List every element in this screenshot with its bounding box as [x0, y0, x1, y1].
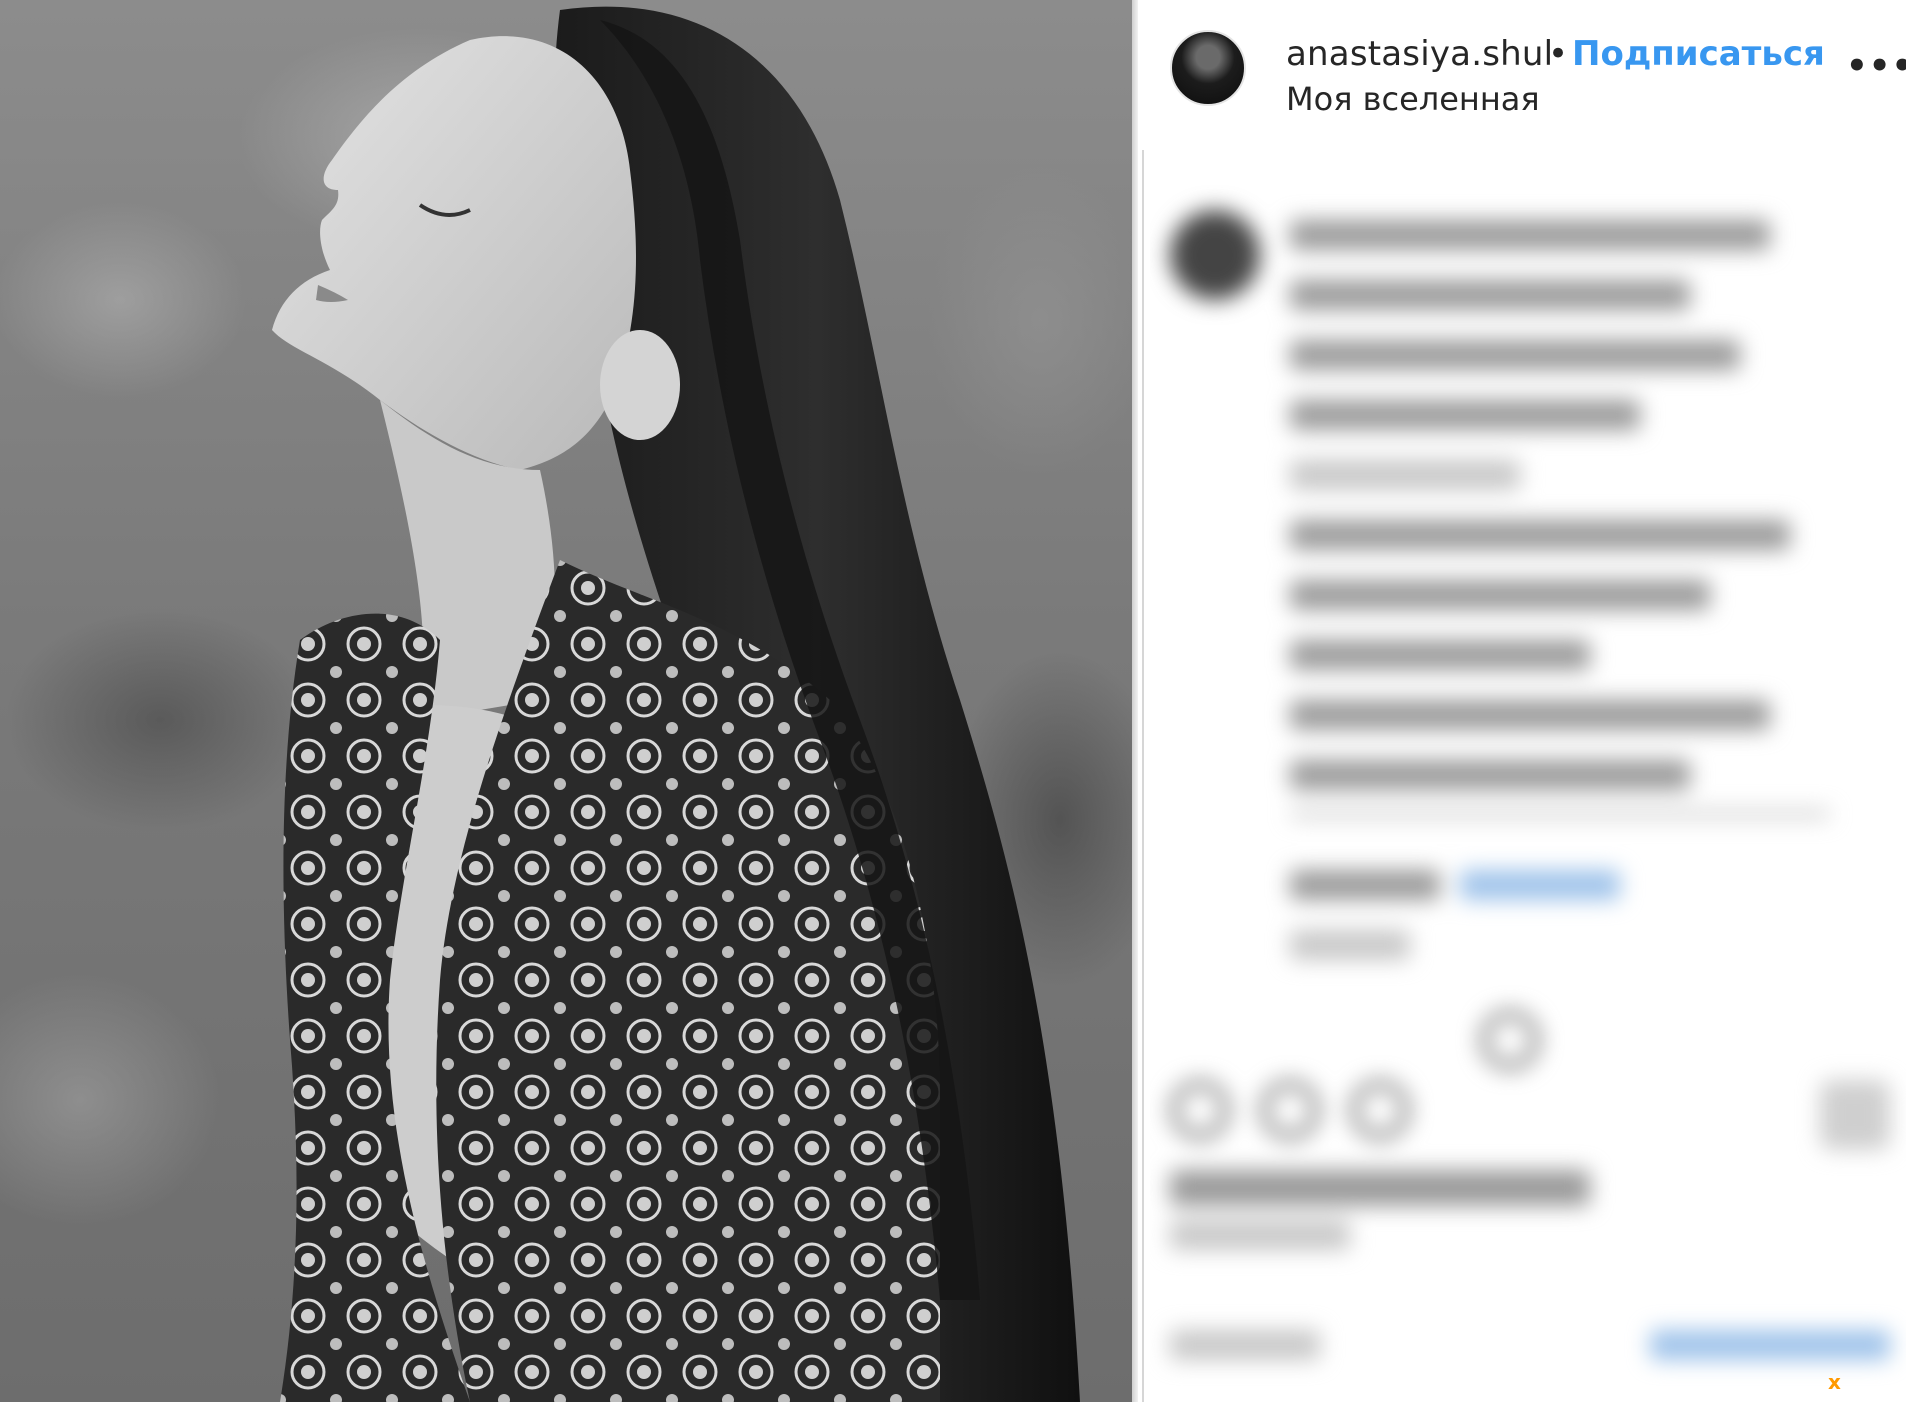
blurred-line: [1290, 400, 1640, 430]
blurred-link: [1460, 870, 1620, 900]
blurred-line: [1290, 760, 1690, 790]
blurred-line: [1290, 640, 1590, 670]
blurred-icon: [1170, 1080, 1230, 1140]
post-header: anastasiya.shul • Подписаться Моя вселен…: [1170, 30, 1906, 130]
more-options-icon[interactable]: •••: [1846, 46, 1906, 86]
blurred-bookmark: [1820, 1080, 1890, 1150]
blurred-content: [1150, 150, 1906, 1402]
blurred-icon: [1350, 1080, 1410, 1140]
blurred-line: [1290, 700, 1770, 730]
comment-divider: [1142, 150, 1144, 1402]
blurred-line: [1290, 520, 1790, 550]
blurred-line: [1290, 870, 1440, 900]
post-photo[interactable]: [0, 0, 1132, 1402]
blurred-line: [1290, 930, 1410, 960]
close-icon[interactable]: x: [1828, 1370, 1841, 1394]
blurred-line: [1290, 280, 1690, 310]
avatar[interactable]: [1170, 30, 1246, 106]
blurred-avatar: [1170, 210, 1260, 300]
blurred-line: [1290, 340, 1740, 370]
username-link[interactable]: anastasiya.shul: [1286, 34, 1553, 74]
location-link[interactable]: Моя вселенная: [1286, 80, 1540, 118]
blurred-line: [1170, 1330, 1320, 1360]
blurred-icon: [1260, 1080, 1320, 1140]
blurred-line: [1290, 460, 1520, 490]
portrait-illustration: [272, 6, 1080, 1402]
follow-button[interactable]: Подписаться: [1572, 34, 1825, 74]
separator-dot: •: [1548, 34, 1569, 74]
blurred-line: [1290, 810, 1830, 818]
blurred-link: [1650, 1330, 1890, 1360]
blurred-line: [1170, 1220, 1350, 1250]
blurred-line: [1170, 1170, 1590, 1206]
panel-divider: [1132, 0, 1138, 1402]
blurred-line: [1290, 580, 1710, 610]
blurred-icon: [1480, 1010, 1540, 1070]
blurred-comments-area: [1150, 150, 1906, 1402]
blurred-line: [1290, 220, 1770, 250]
